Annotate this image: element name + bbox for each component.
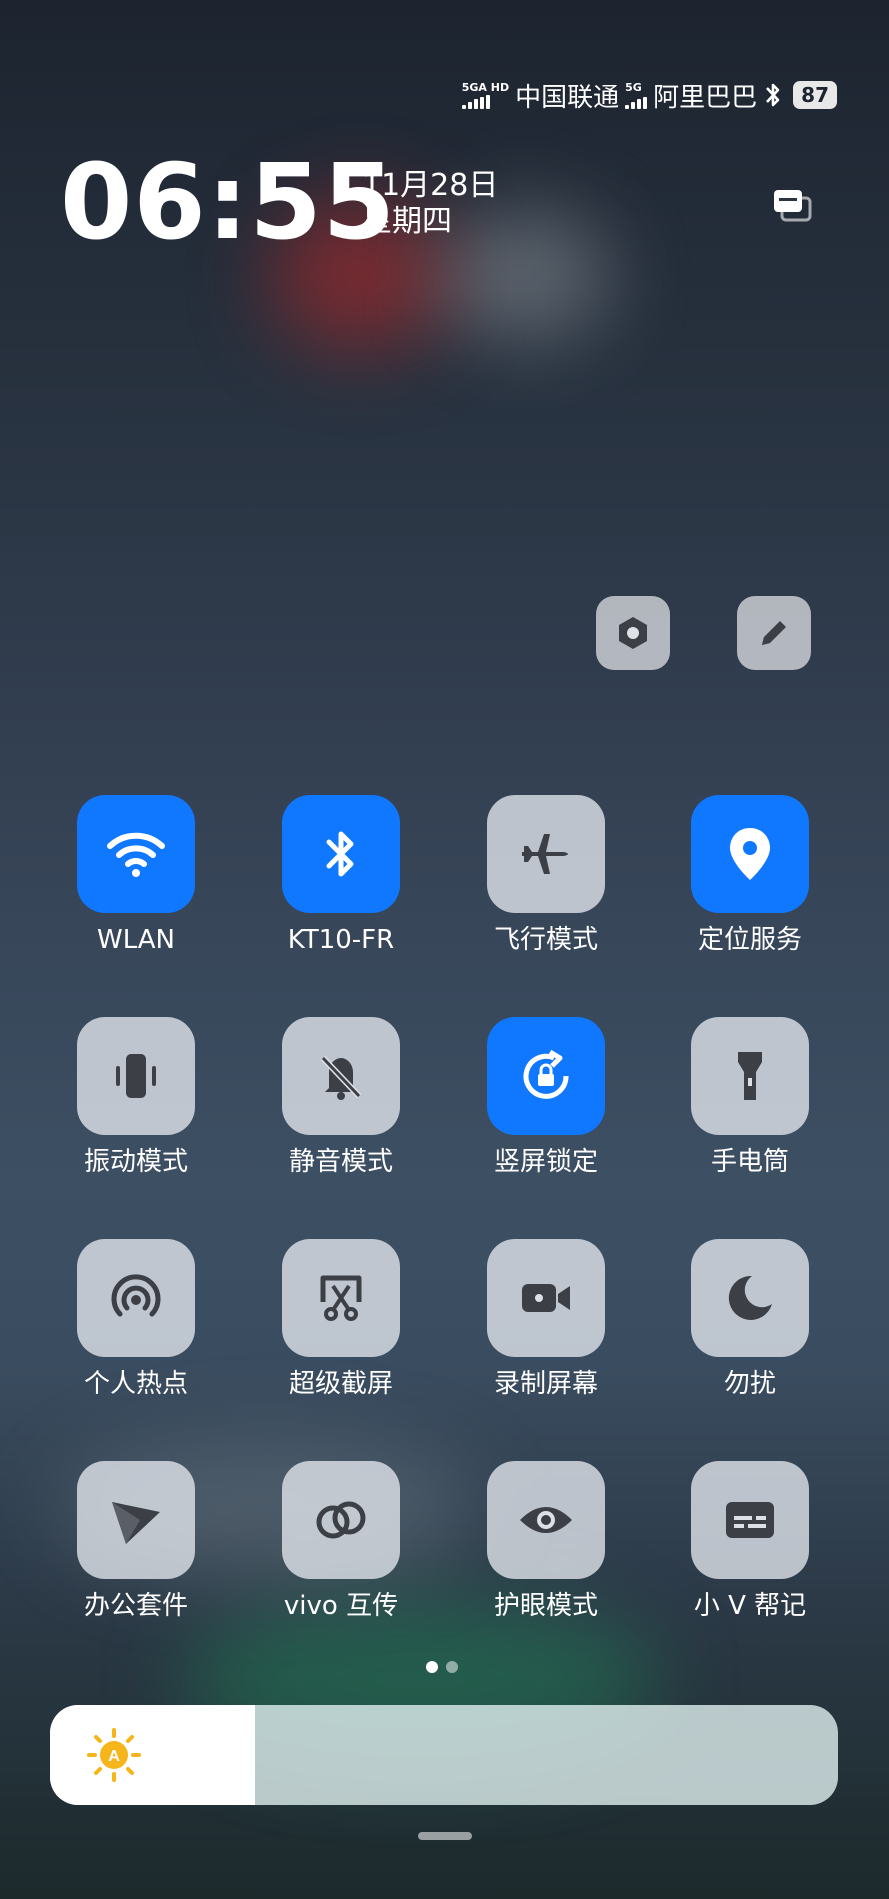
- signal-bars-icon: [461, 94, 490, 109]
- tile-icon-box[interactable]: [282, 1239, 400, 1357]
- tile-eye-care[interactable]: 护眼模式: [444, 1461, 648, 1623]
- tile-icon-box[interactable]: [282, 1017, 400, 1135]
- weekday-text: 星期四: [362, 204, 452, 239]
- location-pin-icon: [730, 828, 770, 880]
- tile-vibrate[interactable]: 振动模式: [34, 1017, 238, 1179]
- tile-icon-box[interactable]: [487, 1017, 605, 1135]
- tile-label: 护眼模式: [493, 1591, 598, 1621]
- sim1-tag: 5GA HD: [461, 80, 510, 94]
- bell-off-icon: [320, 1055, 362, 1100]
- tile-icon-box[interactable]: [691, 1461, 809, 1579]
- screenshot-icon: [320, 1275, 362, 1321]
- battery-level: 87: [793, 81, 837, 109]
- sim1-signal: 5GA HD: [461, 80, 510, 109]
- tile-icon-box[interactable]: [487, 795, 605, 913]
- tile-icon-box[interactable]: [691, 1017, 809, 1135]
- page-indicator: [426, 1661, 458, 1673]
- settings-hex-icon: [619, 617, 647, 649]
- carrier1-name: 中国联通: [515, 82, 620, 113]
- sim2-signal: 5G: [625, 80, 648, 109]
- tile-wlan[interactable]: WLAN: [34, 795, 238, 957]
- page-dot-1[interactable]: [426, 1661, 438, 1673]
- tile-screen-record[interactable]: 录制屏幕: [444, 1239, 648, 1401]
- tile-icon-box[interactable]: [282, 795, 400, 913]
- tile-label: 手电筒: [710, 1147, 789, 1177]
- sim2-tag: 5G: [625, 80, 642, 94]
- tile-screenshot[interactable]: 超级截屏: [239, 1239, 443, 1401]
- tile-label: KT10-FR: [287, 925, 395, 955]
- video-camera-icon: [522, 1284, 570, 1312]
- auto-brightness-sun-icon: A: [87, 1728, 141, 1782]
- bluetooth-icon: [326, 831, 354, 877]
- edit-button[interactable]: [737, 596, 811, 670]
- tile-rotation-lock[interactable]: 竖屏锁定: [444, 1017, 648, 1179]
- tile-label: 小 V 帮记: [693, 1591, 807, 1621]
- home-handle[interactable]: [418, 1832, 472, 1840]
- tile-office-suite[interactable]: 办公套件: [34, 1461, 238, 1623]
- office-arrow-icon: [112, 1502, 160, 1544]
- tile-icon-box[interactable]: [691, 795, 809, 913]
- tile-label: vivo 互传: [283, 1591, 399, 1621]
- tile-icon-box[interactable]: [282, 1461, 400, 1579]
- wifi-icon: [107, 832, 165, 877]
- moon-icon: [728, 1275, 772, 1320]
- tile-icon-box[interactable]: [77, 1017, 195, 1135]
- tile-vivo-share[interactable]: vivo 互传: [239, 1461, 443, 1623]
- tile-flashlight[interactable]: 手电筒: [648, 1017, 852, 1179]
- tile-icon-box[interactable]: [691, 1239, 809, 1357]
- tile-label: 振动模式: [83, 1147, 188, 1177]
- settings-button[interactable]: [596, 596, 670, 670]
- tile-label: 飞行模式: [493, 925, 598, 955]
- clock-time: 06:55: [60, 141, 397, 263]
- tile-bluetooth[interactable]: KT10-FR: [239, 795, 443, 957]
- tile-icon-box[interactable]: [77, 1239, 195, 1357]
- auto-letter: A: [108, 1748, 120, 1765]
- tile-icon-box[interactable]: [77, 1461, 195, 1579]
- tile-do-not-disturb[interactable]: 勿扰: [648, 1239, 852, 1401]
- tile-label: 勿扰: [723, 1369, 776, 1399]
- rotation-lock-icon: [523, 1049, 569, 1099]
- hotspot-icon: [111, 1274, 161, 1317]
- tile-label: 录制屏幕: [493, 1369, 598, 1399]
- tile-hotspot[interactable]: 个人热点: [34, 1239, 238, 1401]
- bluetooth-icon: [766, 83, 780, 107]
- link-icon: [316, 1501, 366, 1539]
- brightness-fill: [50, 1705, 255, 1805]
- tile-icon-box[interactable]: [487, 1239, 605, 1357]
- pencil-icon: [762, 621, 786, 645]
- multi-window-icon[interactable]: [770, 184, 820, 234]
- tile-label: WLAN: [96, 925, 176, 955]
- carrier2-name: 阿里巴巴: [653, 82, 758, 113]
- flashlight-icon: [738, 1052, 762, 1100]
- signal-bars-icon: [625, 95, 648, 109]
- eye-icon: [520, 1507, 572, 1533]
- tile-label: 超级截屏: [288, 1369, 393, 1399]
- tile-icon-box[interactable]: [77, 795, 195, 913]
- vibrate-icon: [116, 1054, 156, 1098]
- tile-label: 个人热点: [83, 1369, 188, 1399]
- tile-airplane[interactable]: 飞行模式: [444, 795, 648, 957]
- tile-icon-box[interactable]: [487, 1461, 605, 1579]
- status-bar: 5GA HD 中国联通 5G 阿里巴巴 87: [461, 78, 837, 113]
- note-card-icon: [726, 1502, 774, 1538]
- tile-jovi-notes[interactable]: 小 V 帮记: [648, 1461, 852, 1623]
- page-dot-2[interactable]: [446, 1661, 458, 1673]
- tile-location[interactable]: 定位服务: [648, 795, 852, 957]
- tile-label: 定位服务: [697, 925, 802, 955]
- tile-label: 办公套件: [83, 1591, 188, 1621]
- airplane-icon: [522, 834, 568, 874]
- date-text: 11月28日: [362, 168, 499, 203]
- clock-date: 11月28日 星期四: [362, 168, 498, 240]
- brightness-slider[interactable]: A: [50, 1705, 838, 1805]
- tile-label: 静音模式: [288, 1147, 393, 1177]
- tile-label: 竖屏锁定: [493, 1147, 598, 1177]
- tile-silent[interactable]: 静音模式: [239, 1017, 443, 1179]
